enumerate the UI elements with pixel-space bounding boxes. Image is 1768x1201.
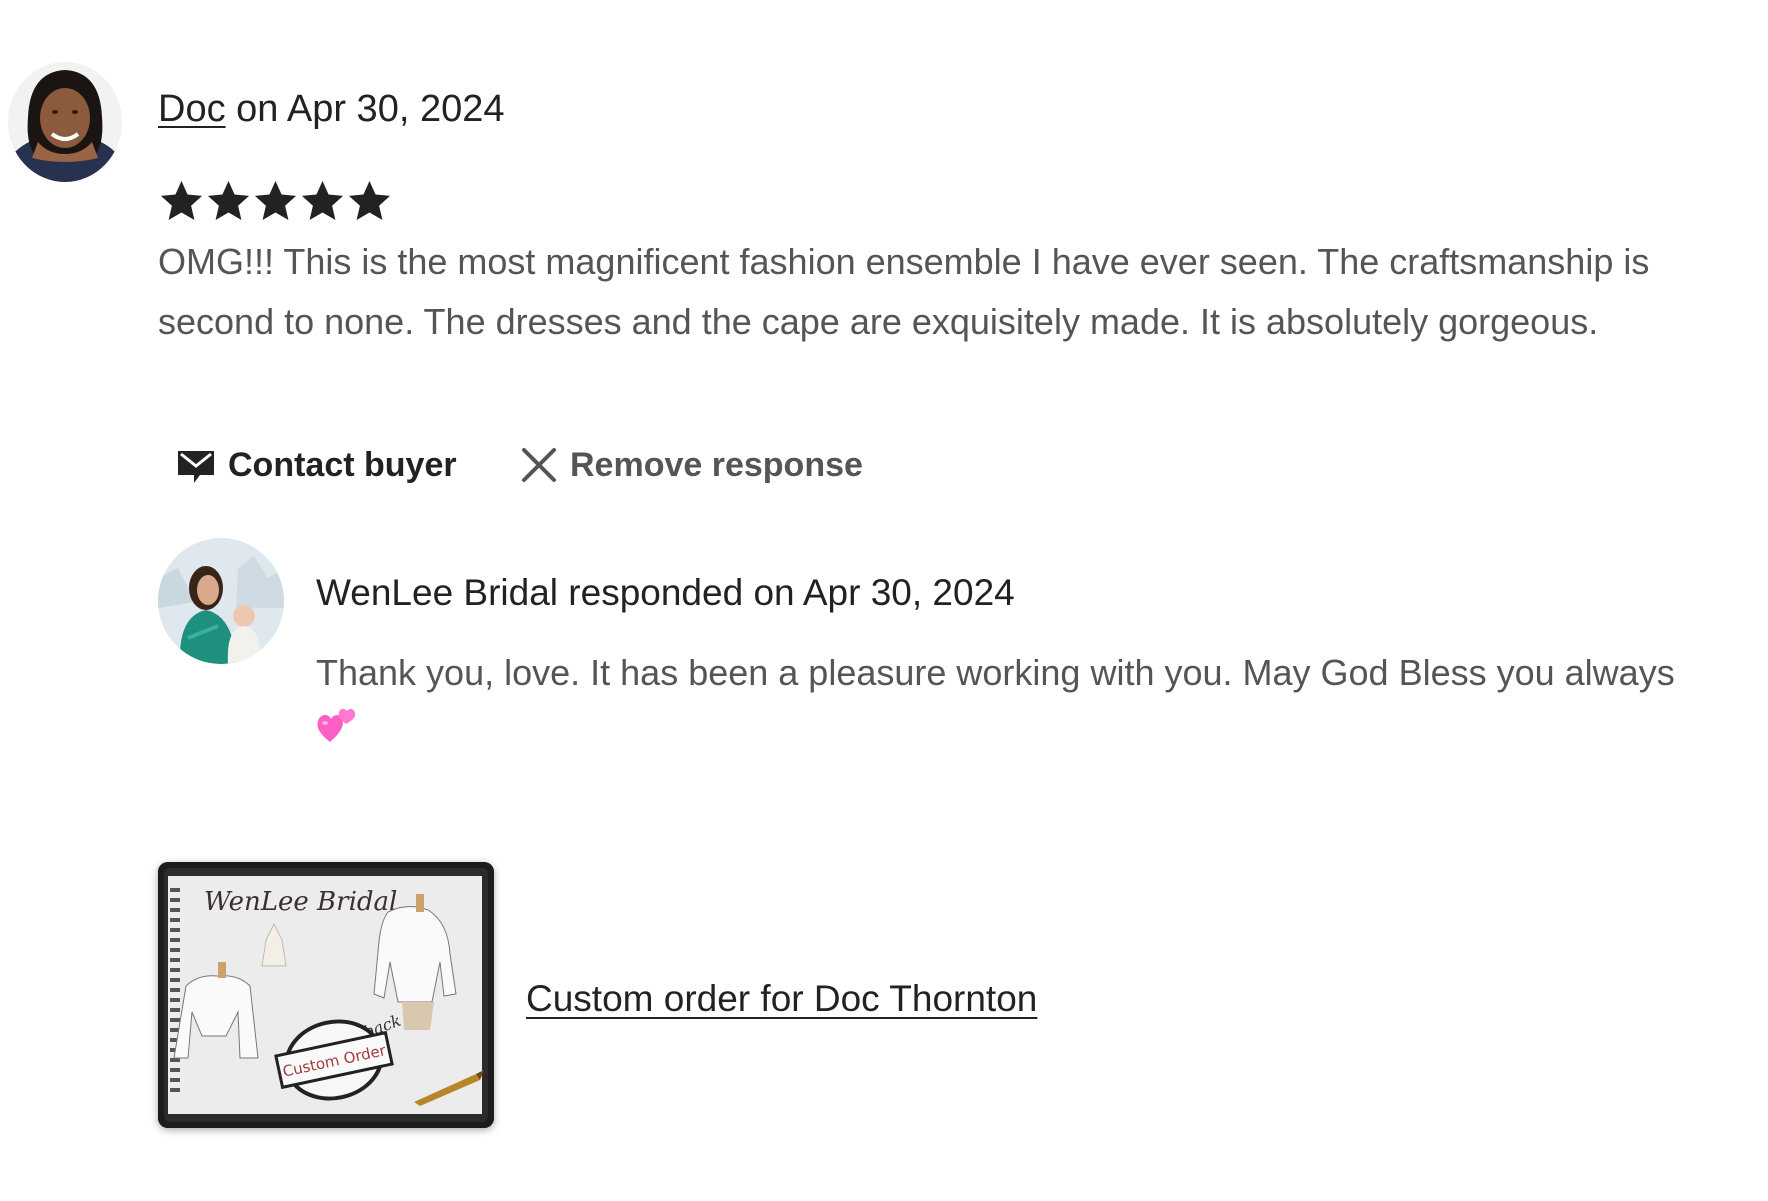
mail-icon [178, 451, 214, 483]
contact-buyer-button[interactable]: Contact buyer [176, 440, 457, 490]
spiral-binding [170, 888, 180, 1092]
remove-response-button[interactable]: Remove response [520, 440, 863, 490]
review-text: OMG!!! This is the most magnificent fash… [158, 241, 1650, 342]
remove-response-label: Remove response [570, 445, 863, 484]
thumb-brand: WenLee Bridal [204, 887, 397, 917]
star-icon [207, 181, 250, 220]
star-icon [254, 181, 297, 220]
reviewer-name-link[interactable]: Doc [158, 88, 226, 130]
seller-avatar [158, 538, 284, 664]
star-icon [301, 181, 344, 220]
two-hearts-emoji [316, 704, 358, 759]
star-rating [158, 176, 393, 226]
star-icon [348, 181, 391, 220]
review-header: Doc on Apr 30, 2024 [158, 88, 504, 131]
reviewer-avatar[interactable] [8, 62, 122, 182]
response-text: Thank you, love. It has been a pleasure … [316, 652, 1675, 693]
close-icon [522, 448, 556, 482]
contact-buyer-label: Contact buyer [228, 445, 457, 484]
review-date: on Apr 30, 2024 [225, 88, 505, 130]
star-icon [160, 181, 203, 220]
custom-order-thumbnail[interactable]: WenLee Bridal back Custom Order [158, 862, 494, 1128]
response-text-block: Thank you, love. It has been a pleasure … [316, 646, 1736, 759]
response-heading: WenLee Bridal responded on Apr 30, 2024 [316, 572, 1015, 613]
custom-order-link[interactable]: Custom order for Doc Thornton [526, 978, 1037, 1020]
